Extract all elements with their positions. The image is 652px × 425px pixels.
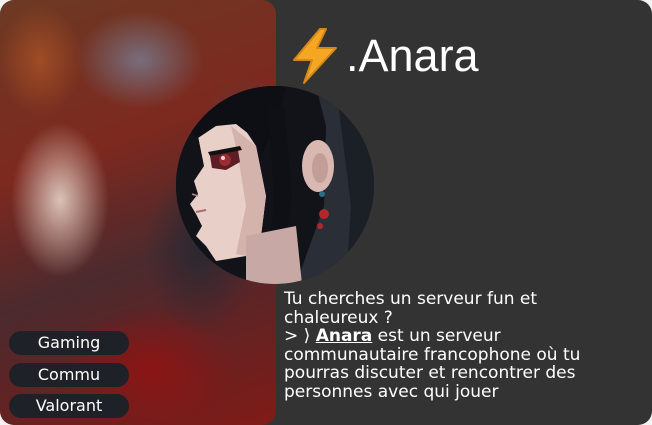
tag-valorant[interactable]: Valorant bbox=[9, 394, 129, 418]
description-line-6: personnes avec qui jouer bbox=[284, 381, 499, 402]
avatar bbox=[176, 86, 374, 284]
server-card: Gaming Commu Valorant .Anara Tu cherches… bbox=[0, 0, 652, 425]
tag-gaming[interactable]: Gaming bbox=[9, 331, 129, 355]
quote-prefix: > ⟩ bbox=[284, 326, 316, 346]
description-line-1: Tu cherches un serveur fun et bbox=[284, 289, 538, 309]
description-line-3: > ⟩ Anara est un serveur bbox=[284, 327, 624, 346]
server-title: .Anara bbox=[286, 26, 479, 86]
server-description: Tu cherches un serveur fun et chaleureux… bbox=[284, 290, 624, 401]
lightning-bolt-icon bbox=[286, 26, 344, 86]
server-name-link[interactable]: Anara bbox=[316, 326, 373, 346]
description-line-2: chaleureux ? bbox=[284, 307, 393, 328]
server-name-heading: .Anara bbox=[346, 30, 479, 81]
description-line-5: pourras discuter et rencontrer des bbox=[284, 363, 576, 383]
tag-commu[interactable]: Commu bbox=[9, 363, 129, 387]
description-line-4: communautaire francophone où tu bbox=[284, 344, 581, 365]
description-line-3-rest: est un serveur bbox=[372, 326, 501, 346]
